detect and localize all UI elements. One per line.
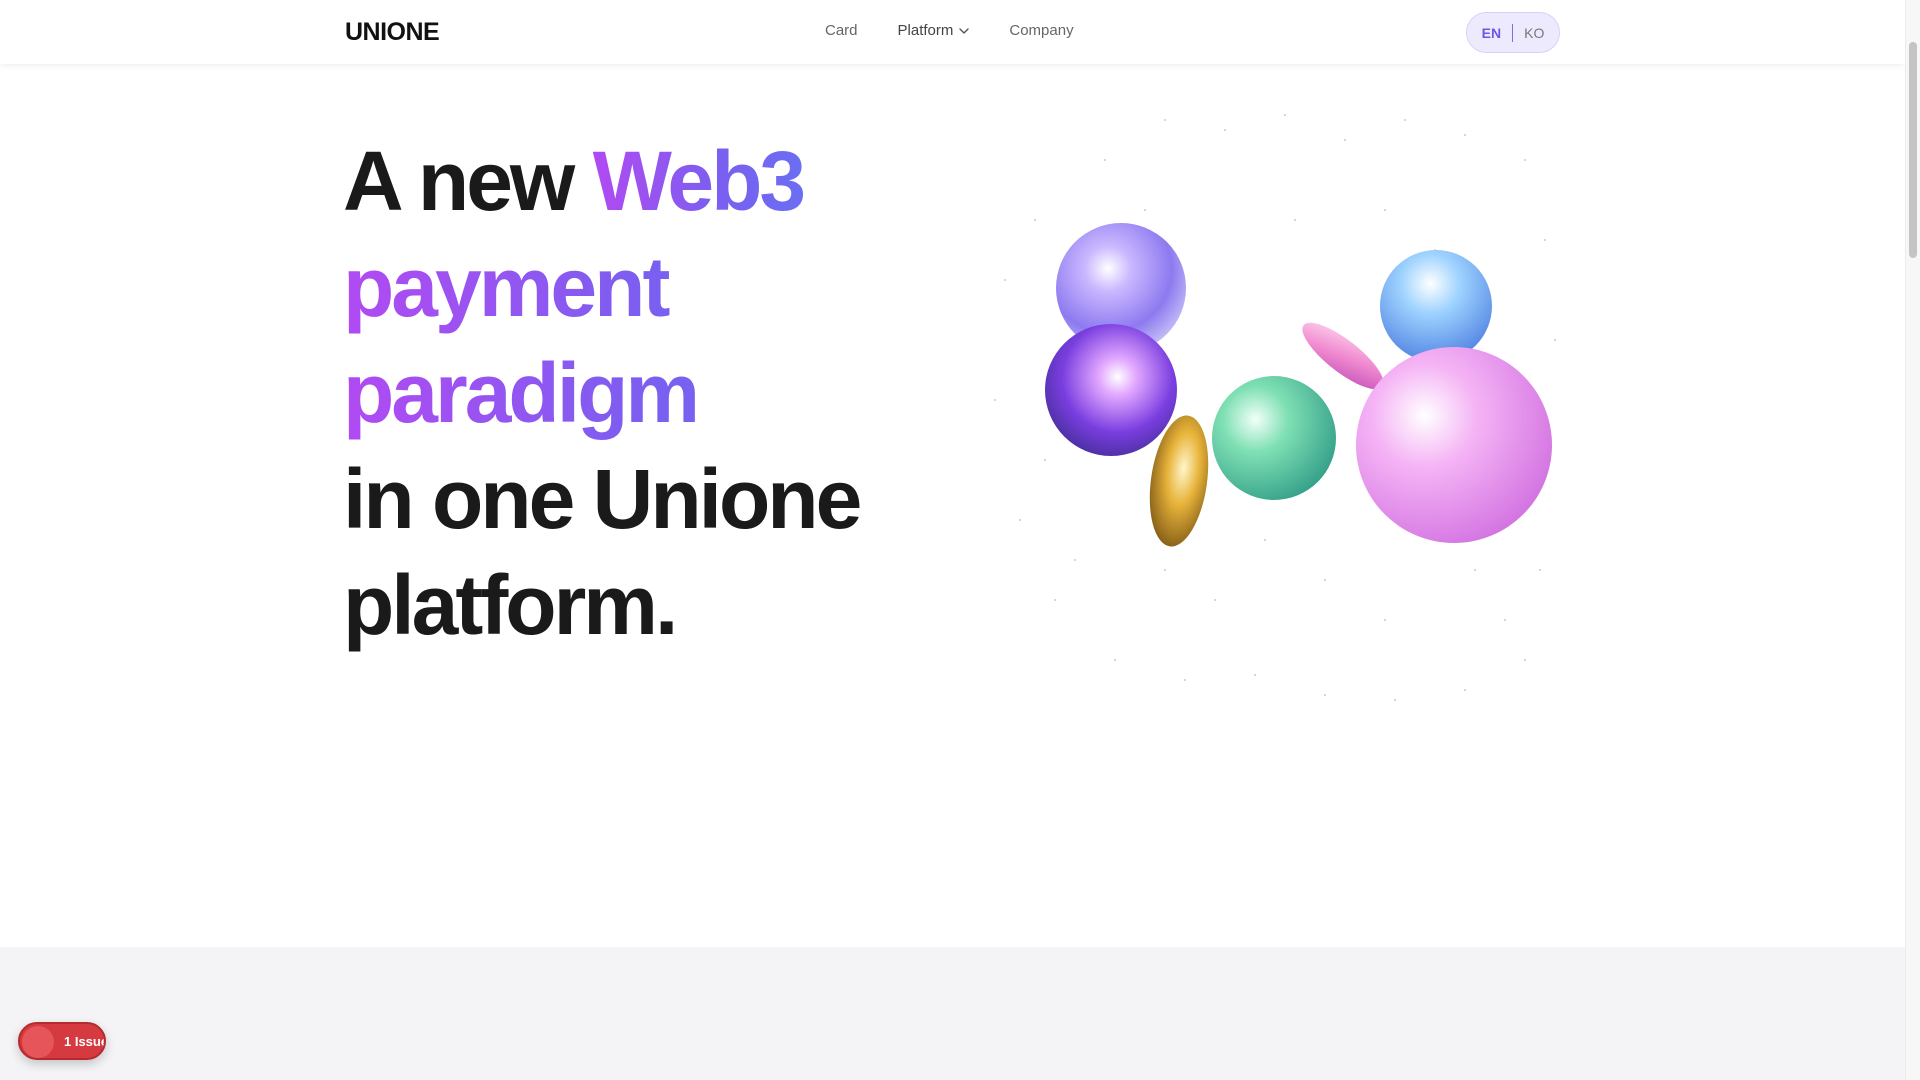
scrollbar-thumb[interactable] <box>1909 42 1917 258</box>
hero-accent-web3: Web3 <box>592 134 807 228</box>
unione-logo[interactable]: UNIONE <box>345 18 440 47</box>
hero-line-3: paradigm <box>343 340 859 446</box>
hero-3d-bubbles-illustration <box>994 114 1556 701</box>
top-nav-bar: UNIONE Card Platform Company EN KO <box>0 0 1905 64</box>
purple-sphere-dark <box>1045 324 1177 456</box>
hero-headline: A new Web3 payment paradigm in one Union… <box>343 128 862 658</box>
nav-platform-label: Platform <box>897 22 954 39</box>
page: UNIONE Card Platform Company EN KO A new… <box>0 0 1905 1080</box>
issue-indicator-icon <box>22 1026 54 1058</box>
hero-line-1: A new Web3 <box>343 128 859 234</box>
hero-line-2: payment <box>343 234 859 340</box>
issue-badge[interactable]: 1 Issue <box>18 1022 106 1060</box>
lang-en-button[interactable]: EN <box>1482 25 1501 41</box>
lang-divider <box>1512 23 1514 42</box>
hero-line-5: platform. <box>343 558 678 652</box>
green-sphere <box>1212 376 1336 500</box>
hero-line-4: in one Unione <box>343 452 862 546</box>
pink-sphere <box>1356 347 1552 543</box>
nav-company-link[interactable]: Company <box>1009 22 1073 39</box>
blue-sphere <box>1380 250 1492 362</box>
issue-badge-label: 1 Issue <box>64 1034 106 1049</box>
nav-card-link[interactable]: Card <box>825 22 858 39</box>
chevron-down-icon <box>959 27 970 34</box>
main-nav: Card Platform Company <box>825 22 1074 39</box>
hero-line-1-plain: A new <box>343 134 593 228</box>
language-switcher: EN KO <box>1466 12 1560 53</box>
nav-platform-dropdown[interactable]: Platform <box>898 22 970 39</box>
lang-ko-button[interactable]: KO <box>1524 25 1544 41</box>
next-section-background <box>0 947 1905 1080</box>
